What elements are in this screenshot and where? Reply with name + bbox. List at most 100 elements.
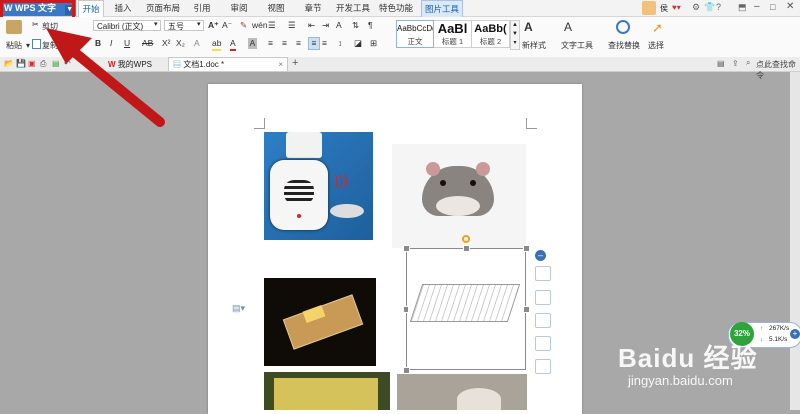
line-spacing-button[interactable]: ↕ [338, 38, 342, 49]
window-mode-icon[interactable]: ⬒ [738, 2, 747, 13]
tab-home[interactable]: 开始 [78, 0, 104, 17]
subscript-button[interactable]: X₂ [176, 38, 185, 49]
mouse-trap-image[interactable] [264, 278, 376, 366]
vertical-scrollbar[interactable] [790, 72, 800, 410]
highlight-button[interactable]: ab [212, 38, 222, 51]
repeller-image[interactable]: ))) [264, 132, 373, 240]
clear-format-icon[interactable]: ✎ [240, 20, 247, 31]
borders-button[interactable]: ⊞ [370, 38, 377, 49]
close-icon[interactable]: ✕ [786, 1, 794, 12]
cut-button[interactable]: 剪切 [42, 21, 58, 32]
select-cursor-icon[interactable]: ➚ [652, 20, 663, 36]
tab-references[interactable]: 引用 [191, 0, 213, 16]
shading-button[interactable]: ◪ [354, 38, 362, 49]
grow-font-button[interactable]: A⁺ [208, 20, 219, 31]
preview-icon[interactable]: ▤ [52, 59, 60, 68]
maximize-icon[interactable]: □ [770, 2, 775, 12]
user-name[interactable]: 侯 [660, 3, 668, 14]
distribute-button[interactable]: ≡ [322, 38, 327, 49]
align-center-button[interactable]: ≡ [282, 38, 287, 49]
bold-button[interactable]: B [95, 38, 101, 49]
resize-handle[interactable] [463, 245, 470, 252]
print-icon[interactable]: ⎙ [40, 59, 46, 69]
settings-icon[interactable]: ⚙ [692, 2, 700, 13]
zoom-icon[interactable] [535, 290, 551, 305]
numbered-list-button[interactable]: ☰ [288, 20, 296, 31]
avatar[interactable] [642, 1, 656, 15]
new-style-button[interactable]: 新样式 [522, 40, 546, 51]
paste-button[interactable]: 粘贴 [6, 40, 22, 51]
find-replace-icon[interactable] [616, 20, 630, 34]
sort-button[interactable]: ⇅ [352, 20, 359, 31]
crop-icon[interactable] [535, 313, 551, 328]
tab-picture-tools[interactable]: 图片工具 [421, 0, 463, 18]
show-marks-button[interactable]: ¶ [368, 20, 373, 31]
collapse-toolbar-icon[interactable]: – [535, 250, 546, 261]
format-painter-icon[interactable] [64, 38, 74, 48]
user-menu-chevron-icon[interactable]: ♥▾ [672, 3, 681, 12]
glue-trap-image[interactable] [264, 372, 390, 410]
pinyin-icon[interactable]: wén [252, 20, 268, 31]
chinese-layout-button[interactable]: A [336, 20, 342, 31]
border-icon[interactable] [535, 336, 551, 351]
copy-icon[interactable] [32, 39, 41, 49]
search-icon[interactable]: ⌕ [746, 58, 750, 68]
tab-page-layout[interactable]: 页面布局 [144, 0, 182, 16]
tab-review[interactable]: 审阅 [228, 0, 250, 16]
rotate-handle-icon[interactable] [462, 235, 470, 243]
rat-image[interactable] [397, 374, 527, 410]
text-tools-icon[interactable]: A [564, 20, 578, 34]
paste-icon[interactable] [6, 20, 22, 34]
cage-trap-image[interactable] [408, 268, 524, 340]
tab-developer[interactable]: 开发工具 [336, 0, 370, 16]
cut-icon[interactable]: ✂ [32, 20, 39, 29]
select-button[interactable]: 选择 [648, 40, 664, 51]
italic-button[interactable]: I [110, 38, 112, 49]
align-left-button[interactable]: ≡ [268, 38, 273, 49]
resize-handle[interactable] [403, 367, 410, 374]
font-color-button[interactable]: A [230, 38, 236, 51]
tab-special[interactable]: 特色功能 [379, 0, 413, 16]
widget-plus-icon[interactable]: + [790, 329, 800, 339]
chevron-down-icon[interactable]: ▾ [154, 20, 158, 28]
font-name-select[interactable]: Calibri (正文) [93, 20, 161, 31]
tab-document1[interactable]: ▤ 文档1.doc * × [168, 57, 288, 71]
find-replace-button[interactable]: 查找替换 [608, 40, 640, 51]
pdf-icon[interactable]: ▣ [28, 59, 36, 68]
tab-view[interactable]: 视图 [265, 0, 287, 16]
paste-options-icon[interactable]: ▤▾ [232, 303, 245, 314]
resize-handle[interactable] [403, 245, 410, 252]
hamster-image[interactable] [392, 144, 526, 248]
help-icon[interactable]: ? [716, 2, 721, 12]
undo-icon[interactable]: ↶ [64, 59, 71, 68]
increase-indent-button[interactable]: ⇥ [322, 20, 329, 31]
tab-my-wps[interactable]: W 我的WPS [108, 58, 168, 71]
shrink-font-button[interactable]: A⁻ [222, 20, 232, 31]
chevron-down-icon[interactable]: ▾ [197, 20, 201, 28]
resize-handle[interactable] [523, 306, 530, 313]
close-tab-icon[interactable]: × [278, 58, 283, 71]
tab-insert[interactable]: 插入 [112, 0, 134, 16]
skin-icon[interactable]: 👕 [704, 2, 715, 13]
style-heading-2[interactable]: AaBb( 标题 2 [472, 20, 510, 48]
decrease-indent-button[interactable]: ⇤ [308, 20, 315, 31]
tab-chapter[interactable]: 章节 [302, 0, 324, 16]
image-effect-icon[interactable] [535, 266, 551, 281]
char-shading-button[interactable]: A [248, 38, 257, 49]
superscript-button[interactable]: X² [162, 38, 171, 49]
minimize-icon[interactable]: – [754, 1, 760, 12]
new-tab-button[interactable]: + [292, 57, 298, 69]
save-icon[interactable]: 💾 [16, 59, 26, 68]
underline-button[interactable]: U [124, 38, 130, 49]
justify-button[interactable]: ≡ [308, 37, 320, 50]
text-tools-button[interactable]: 文字工具 [561, 40, 593, 51]
share-icon[interactable]: ⇪ [732, 59, 739, 68]
paste-dropdown-icon[interactable]: ▾ [26, 41, 30, 50]
align-right-button[interactable]: ≡ [296, 38, 301, 49]
new-style-icon[interactable]: A [524, 20, 538, 34]
save-icon[interactable]: ▤ [717, 59, 725, 68]
layout-icon[interactable] [535, 359, 551, 374]
resize-handle[interactable] [523, 245, 530, 252]
copy-button[interactable]: 复制 [42, 40, 58, 51]
bullet-list-button[interactable]: ☰ [268, 20, 276, 31]
